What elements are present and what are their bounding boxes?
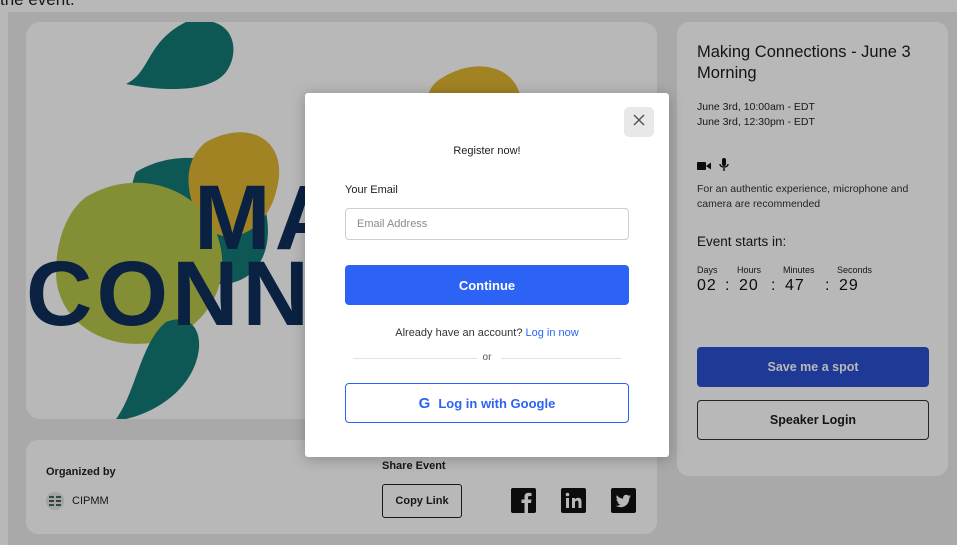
google-icon: G bbox=[418, 394, 431, 412]
register-modal: Register now! Your Email Continue Alread… bbox=[305, 93, 669, 457]
google-login-label: Log in with Google bbox=[438, 395, 556, 411]
login-prompt: Already have an account? Log in now bbox=[305, 327, 669, 339]
close-button[interactable] bbox=[624, 107, 654, 137]
login-prompt-text: Already have an account? bbox=[395, 327, 523, 339]
login-now-link[interactable]: Log in now bbox=[526, 327, 579, 339]
email-field[interactable] bbox=[345, 208, 629, 240]
continue-button[interactable]: Continue bbox=[345, 265, 629, 305]
divider-right bbox=[501, 358, 621, 359]
register-heading: Register now! bbox=[453, 145, 521, 157]
close-icon bbox=[633, 113, 645, 131]
google-login-button[interactable]: G Log in with Google bbox=[345, 383, 629, 423]
email-label: Your Email bbox=[345, 184, 398, 196]
